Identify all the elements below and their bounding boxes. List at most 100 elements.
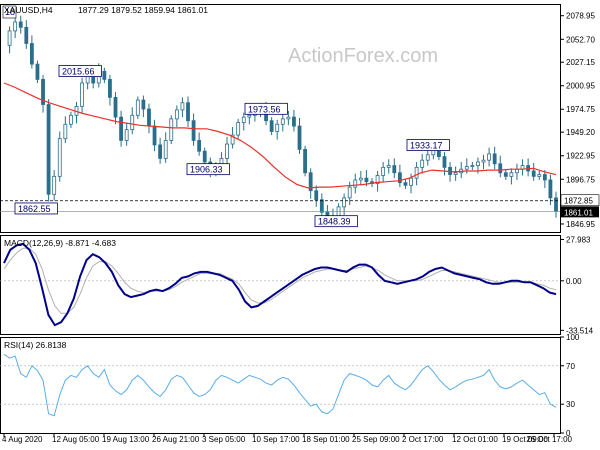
main-y-tick-label: 2078.95 — [566, 12, 595, 21]
candle-body — [158, 144, 163, 159]
candle-body — [35, 63, 40, 80]
candle-body — [52, 175, 57, 195]
candle-body — [509, 172, 514, 177]
candle-body — [492, 153, 497, 165]
candle-body — [381, 166, 386, 176]
x-tick-label: 12 Aug 05:00 — [52, 435, 100, 444]
main-y-tick-label: 2052.70 — [566, 35, 595, 44]
candle-body — [63, 123, 68, 140]
candle-body — [57, 138, 62, 177]
candle-body — [386, 165, 391, 168]
level-price-label: 1872.85 — [564, 197, 593, 206]
chart-root: ActionForex.com 2078.95 2052.70 2027.15 2000… — [0, 0, 600, 450]
candle-body — [119, 116, 123, 141]
candle-body — [24, 26, 29, 44]
candle-body — [442, 156, 447, 168]
candle-body — [409, 177, 413, 186]
watermark: ActionForex.com — [288, 45, 438, 67]
candle-body — [414, 166, 419, 179]
main-y-tick-label: 2000.95 — [566, 82, 595, 91]
candle-body — [286, 116, 291, 120]
main-y-tick-label: 1949.20 — [566, 128, 595, 137]
candle-body — [108, 79, 112, 98]
candle-body — [135, 99, 140, 116]
x-tick-label: 18 Sep 01:00 — [302, 435, 350, 444]
candle-body — [269, 120, 274, 132]
main-y-tick-label: 1974.75 — [566, 105, 595, 114]
candle-body — [130, 114, 135, 131]
x-tick-label: 19 Aug 13:00 — [102, 435, 150, 444]
x-tick-label: 4 Aug 2020 — [2, 435, 43, 444]
candle-body — [180, 102, 185, 111]
candle-body — [191, 120, 196, 141]
annotation-label: 1933.17 — [410, 141, 443, 151]
x-tick-label: 26 Aug 21:00 — [152, 435, 200, 444]
rsi-panel-frame — [0, 337, 561, 434]
candle-body — [476, 161, 480, 166]
candle-body — [225, 143, 229, 159]
candle-body — [453, 172, 458, 175]
candle-body — [152, 125, 157, 146]
candle-body — [124, 129, 129, 141]
main-panel-frame — [0, 4, 561, 233]
candle-body — [503, 172, 508, 177]
candle-body — [470, 165, 475, 167]
main-y-tick-label: 1846.95 — [566, 220, 595, 229]
candle-body — [241, 116, 246, 123]
candle-body — [319, 199, 324, 213]
candle-body — [141, 99, 146, 110]
candle-body — [102, 70, 107, 80]
annotation-label: 2015.66 — [62, 67, 95, 77]
candle-body — [46, 104, 51, 195]
candle-body — [113, 96, 118, 118]
candle-body — [392, 165, 397, 174]
annotation-label: 1906.33 — [190, 165, 223, 175]
macd-y-tick-label: 0.00 — [566, 277, 582, 286]
candle-body — [542, 174, 547, 181]
x-tick-label: 2 Oct 17:00 — [402, 435, 444, 444]
candle-body — [280, 118, 285, 125]
candle-body — [314, 190, 319, 201]
main-y-tick-label: 1896.75 — [566, 175, 595, 184]
candle-body — [358, 177, 363, 181]
x-tick-label: 26 Oct 17:00 — [526, 435, 572, 444]
candle-body — [29, 43, 34, 65]
candle-body — [292, 116, 296, 127]
candle-body — [202, 150, 207, 163]
candle-body — [197, 140, 202, 152]
main-y-tick-label: 2027.15 — [566, 58, 595, 67]
candle-body — [554, 197, 558, 212]
x-tick-label: 12 Oct 01:00 — [452, 435, 498, 444]
candle-body — [147, 108, 151, 127]
rsi-y-tick-label: 70 — [566, 362, 575, 371]
candle-body — [481, 159, 486, 163]
candle-body — [275, 123, 280, 132]
candle-body — [531, 170, 536, 177]
rsi-y-tick-label: 100 — [566, 333, 580, 342]
x-tick-label: 10 Sep 17:00 — [252, 435, 300, 444]
rsi-y-tick-label: 30 — [566, 400, 575, 409]
candle-body — [342, 197, 347, 208]
candle-body — [13, 21, 18, 32]
annotation-label: 1848.39 — [318, 217, 351, 227]
current-price-label: 1861.01 — [564, 208, 593, 217]
candle-body — [69, 114, 73, 125]
candle-body — [420, 159, 425, 168]
candle-body — [347, 186, 352, 199]
annotation-label: 1862.55 — [18, 204, 51, 214]
candle-body — [353, 179, 358, 188]
candle-body — [425, 154, 430, 161]
annotation-label: 1973.56 — [248, 104, 281, 114]
candle-body — [303, 149, 307, 174]
x-tick-label: 3 Sep 05:00 — [202, 435, 246, 444]
candle-body — [403, 182, 408, 186]
candle-body — [464, 166, 469, 170]
symbol-label: XAUUSD,H4 — [4, 5, 53, 15]
candle-body — [548, 179, 553, 199]
candle-body — [18, 21, 23, 28]
main-y-tick-label: 1922.95 — [566, 152, 595, 161]
x-tick-label: 25 Sep 09:00 — [352, 435, 400, 444]
macd-label: MACD(12,26,9) -8.871 -4.683 — [4, 238, 116, 248]
macd-y-tick-label: 27.983 — [566, 235, 591, 244]
ohlc-label: 1877.29 1879.52 1859.94 1861.01 — [78, 5, 208, 15]
